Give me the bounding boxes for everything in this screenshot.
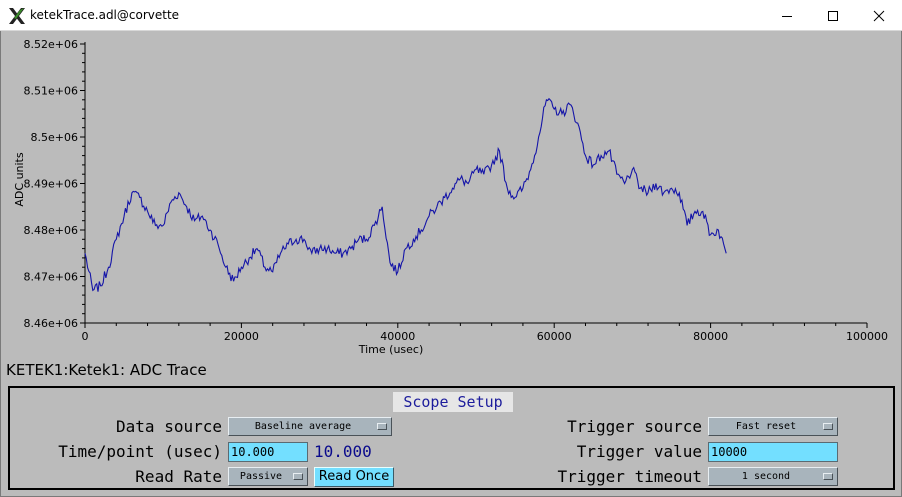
- menu-marker-icon: [823, 423, 833, 430]
- y-tick-label: 8.51e+06: [24, 85, 78, 98]
- y-axis-label: ADC units: [13, 152, 26, 206]
- title-bar: ketekTrace.adl@corvette: [0, 0, 902, 31]
- data-source-label: Data source: [116, 417, 222, 436]
- adc-trace-line: [84, 97, 727, 292]
- y-tick-label: 8.5e+06: [31, 131, 78, 144]
- menu-marker-icon: [823, 473, 833, 480]
- pv-name-label: KETEK1:Ketek1: ADC Trace: [6, 361, 207, 379]
- x-tick-label: 80000: [693, 330, 728, 343]
- x-tick-label: 20000: [224, 330, 259, 343]
- window-title: ketekTrace.adl@corvette: [30, 8, 180, 22]
- data-source-menu[interactable]: Baseline average: [228, 417, 392, 436]
- scope-setup-panel: Scope Setup Data source Baseline average…: [8, 386, 895, 490]
- trigger-source-menu[interactable]: Fast reset: [708, 417, 838, 436]
- trigger-source-value: Fast reset: [735, 421, 797, 432]
- minimize-icon: [782, 15, 792, 17]
- trigger-timeout-menu[interactable]: 1 second: [708, 467, 838, 486]
- menu-marker-icon: [377, 423, 387, 430]
- trigger-timeout-label: Trigger timeout: [557, 467, 703, 486]
- main-window-area: 8.46e+06 8.47e+06 8.48e+06 8.49e+06 8.5e+06 8…: [0, 31, 902, 497]
- y-tick-label: 8.47e+06: [24, 271, 78, 284]
- adc-trace-plot: 8.46e+06 8.47e+06 8.48e+06 8.49e+06 8.5e+06 8…: [13, 38, 888, 356]
- x-axis-label: Time (usec): [358, 343, 424, 356]
- x-tick-label: 40000: [380, 330, 415, 343]
- trigger-timeout-value: 1 second: [741, 471, 791, 482]
- time-point-readback: 10.000: [310, 442, 394, 462]
- time-point-label: Time/point (usec): [58, 442, 222, 461]
- y-tick-label: 8.46e+06: [24, 317, 78, 330]
- read-once-button[interactable]: Read Once: [314, 467, 394, 487]
- trigger-value-input[interactable]: 10000: [708, 442, 838, 462]
- trigger-value-label: Trigger value: [576, 442, 702, 461]
- maximize-icon: [828, 10, 838, 21]
- menu-marker-icon: [293, 473, 303, 480]
- read-rate-label: Read Rate: [135, 467, 222, 486]
- x-tick-label: 100000: [846, 330, 888, 343]
- x-window-app-icon: [9, 8, 25, 24]
- close-button[interactable]: [856, 0, 902, 31]
- read-rate-value: Passive: [239, 471, 283, 482]
- read-rate-menu[interactable]: Passive: [228, 467, 308, 486]
- x-tick-label: 60000: [537, 330, 572, 343]
- scope-setup-title: Scope Setup: [393, 392, 513, 412]
- minimize-button[interactable]: [764, 0, 810, 31]
- y-tick-label: 8.52e+06: [24, 38, 78, 51]
- y-tick-label: 8.49e+06: [24, 178, 78, 191]
- y-tick-label: 8.48e+06: [24, 224, 78, 237]
- maximize-button[interactable]: [810, 0, 856, 31]
- adc-trace-chart: 8.46e+06 8.47e+06 8.48e+06 8.49e+06 8.5e+06 8…: [1, 31, 901, 363]
- x-tick-label: 0: [82, 330, 89, 343]
- time-point-input[interactable]: 10.000: [228, 442, 308, 462]
- data-source-value: Baseline average: [254, 421, 352, 432]
- close-icon: [873, 10, 885, 21]
- trigger-source-label: Trigger source: [567, 417, 702, 436]
